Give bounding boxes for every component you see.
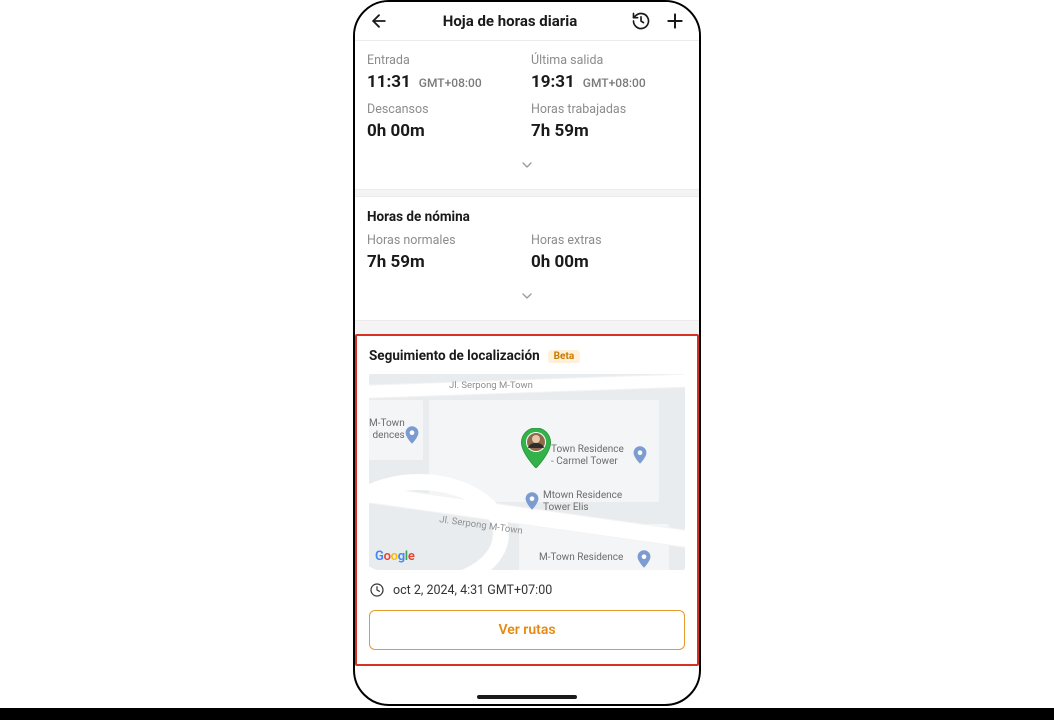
summary-section: Entrada 11:31 GMT+08:00 Última salida 19… bbox=[355, 40, 699, 189]
map-poi-label: M-Town dences bbox=[369, 418, 405, 442]
location-timestamp-row: oct 2, 2024, 4:31 GMT+07:00 bbox=[369, 582, 685, 598]
view-routes-label: Ver rutas bbox=[498, 622, 555, 638]
exit-cell: Última salida 19:31 GMT+08:00 bbox=[531, 53, 687, 102]
entry-cell: Entrada 11:31 GMT+08:00 bbox=[367, 53, 523, 102]
location-timestamp: oct 2, 2024, 4:31 GMT+07:00 bbox=[393, 583, 552, 598]
regular-value: 7h 59m bbox=[367, 252, 425, 272]
exit-label: Última salida bbox=[531, 53, 687, 68]
entry-tz: GMT+08:00 bbox=[419, 76, 482, 90]
chevron-down-icon bbox=[519, 157, 535, 173]
entry-label: Entrada bbox=[367, 53, 523, 68]
user-pin-icon bbox=[521, 428, 551, 468]
map-pin-icon bbox=[637, 550, 651, 568]
map-poi-pin bbox=[405, 426, 419, 440]
exit-tz: GMT+08:00 bbox=[583, 76, 646, 90]
phone-frame: Hoja de horas diaria Entrada 11:31 GMT+0… bbox=[353, 0, 701, 706]
breaks-cell: Descansos 0h 00m bbox=[367, 102, 523, 151]
entry-time: 11:31 bbox=[367, 72, 411, 92]
view-routes-button[interactable]: Ver rutas bbox=[369, 610, 685, 650]
breaks-label: Descansos bbox=[367, 102, 523, 117]
exit-time: 19:31 bbox=[531, 72, 575, 92]
chevron-down-icon bbox=[519, 288, 535, 304]
breaks-value: 0h 00m bbox=[367, 121, 425, 141]
overtime-value: 0h 00m bbox=[531, 252, 589, 272]
overtime-hours-cell: Horas extras 0h 00m bbox=[531, 233, 687, 282]
regular-label: Horas normales bbox=[367, 233, 523, 248]
page-bottom-strip bbox=[0, 708, 1054, 720]
worked-label: Horas trabajadas bbox=[531, 102, 687, 117]
app-header: Hoja de horas diaria bbox=[355, 2, 699, 40]
beta-badge: Beta bbox=[548, 350, 581, 363]
section-gap-2 bbox=[355, 320, 699, 334]
map-pin-icon bbox=[525, 492, 539, 510]
user-location-pin bbox=[521, 428, 551, 468]
history-button[interactable] bbox=[627, 7, 655, 35]
clock-icon bbox=[369, 582, 385, 598]
back-arrow-icon bbox=[369, 11, 389, 31]
location-tracking-card: Seguimiento de localización Beta Jl. Ser… bbox=[355, 334, 699, 666]
map-poi-pin bbox=[633, 446, 647, 460]
back-button[interactable] bbox=[365, 7, 393, 35]
location-title: Seguimiento de localización bbox=[369, 348, 540, 364]
section-gap bbox=[355, 189, 699, 197]
location-header: Seguimiento de localización Beta bbox=[369, 348, 685, 364]
worked-cell: Horas trabajadas 7h 59m bbox=[531, 102, 687, 151]
google-logo: Google bbox=[375, 549, 415, 564]
road-label: Jl. Serpong M-Town bbox=[449, 380, 533, 391]
map-poi-pin bbox=[637, 550, 651, 564]
worked-value: 7h 59m bbox=[531, 121, 589, 141]
summary-expander[interactable] bbox=[367, 151, 687, 183]
history-icon bbox=[631, 11, 651, 31]
page-title: Hoja de horas diaria bbox=[399, 12, 621, 30]
location-map[interactable]: Jl. Serpong M-Town Jl. Serpong M-Town M-… bbox=[369, 374, 685, 570]
home-indicator bbox=[477, 695, 577, 699]
map-poi-pin bbox=[525, 492, 539, 506]
map-poi-label: M-Town Residence bbox=[539, 552, 623, 564]
regular-hours-cell: Horas normales 7h 59m bbox=[367, 233, 523, 282]
map-pin-icon bbox=[405, 426, 419, 444]
overtime-label: Horas extras bbox=[531, 233, 687, 248]
payroll-section: Horas de nómina Horas normales 7h 59m Ho… bbox=[355, 197, 699, 320]
map-poi-label: Mtown Residence Tower Elis bbox=[543, 490, 622, 514]
payroll-expander[interactable] bbox=[367, 282, 687, 314]
map-poi-label: Town Residence - Carmel Tower bbox=[551, 444, 624, 468]
plus-icon bbox=[665, 11, 685, 31]
map-pin-icon bbox=[633, 446, 647, 464]
payroll-title: Horas de nómina bbox=[367, 209, 687, 225]
add-button[interactable] bbox=[661, 7, 689, 35]
